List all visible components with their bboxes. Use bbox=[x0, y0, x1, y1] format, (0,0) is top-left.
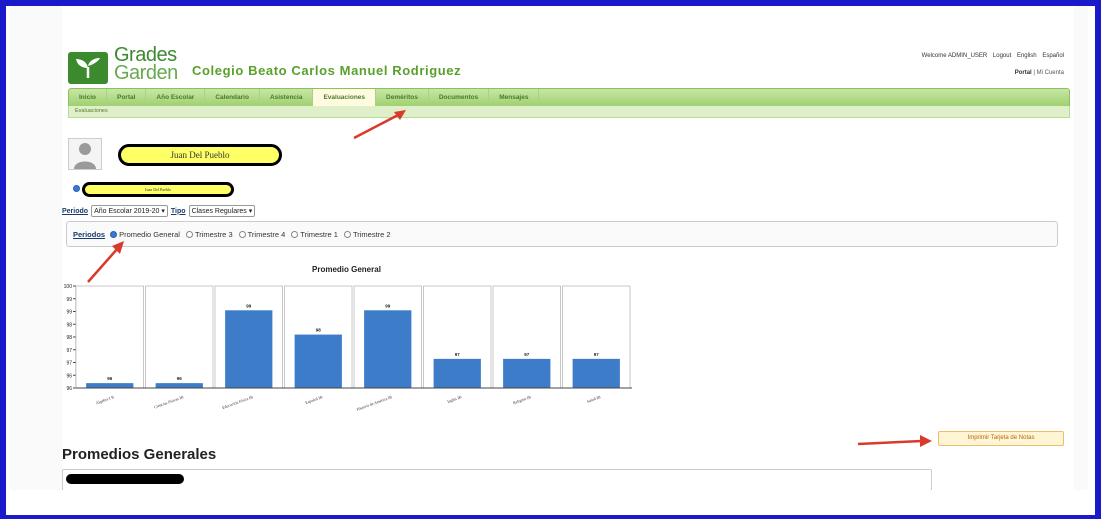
x-tick-label: Salud IB bbox=[586, 394, 601, 404]
grades-garden-logo-icon[interactable] bbox=[68, 52, 108, 84]
nav-mensajes[interactable]: Mensajes bbox=[489, 89, 540, 106]
tipo-label: Tipo bbox=[170, 207, 186, 215]
promedios-table bbox=[62, 469, 932, 490]
chart-svg: 100 99 99 98 98 97 97 96 96 96 Álgebra I B 96 Cienci… bbox=[64, 284, 632, 412]
radio-icon[interactable] bbox=[185, 230, 193, 238]
subnav: Evaluaciones bbox=[68, 106, 1070, 118]
bar-value-label: 98 bbox=[316, 328, 322, 333]
nav-calendario[interactable]: Calendario bbox=[205, 89, 260, 106]
annotation-arrow-icon bbox=[353, 110, 406, 140]
logo-wordmark: Grades Garden bbox=[114, 45, 178, 84]
bar-value-label: 99 bbox=[246, 303, 252, 308]
bar bbox=[503, 358, 551, 388]
y-tick-label: 98 bbox=[66, 335, 72, 341]
annotation-arrow-icon bbox=[87, 241, 124, 283]
mi-cuenta-link[interactable]: Mi Cuenta bbox=[1037, 70, 1064, 76]
radio-icon[interactable] bbox=[343, 230, 351, 238]
top-links: Welcome ADMIN_USER Logout English Españo… bbox=[918, 53, 1064, 59]
category-cell bbox=[75, 285, 144, 389]
filters-row: Periodo Año Escolar 2019-20 ▾ Tipo Clase… bbox=[62, 205, 256, 217]
print-report-card-button[interactable]: Imprimir Tarjeta de Notas bbox=[938, 431, 1064, 446]
y-tick-label: 96 bbox=[66, 373, 72, 379]
bar bbox=[364, 310, 412, 388]
page: Grades Garden Colegio Beato Carlos Manue… bbox=[10, 6, 1088, 490]
bar-value-label: 99 bbox=[385, 303, 391, 308]
nav-documentos[interactable]: Documentos bbox=[429, 89, 490, 106]
y-tick-label: 97 bbox=[66, 361, 72, 367]
english-link[interactable]: English bbox=[1017, 53, 1037, 59]
y-tick-label: 99 bbox=[66, 297, 72, 303]
y-tick-label: 99 bbox=[66, 310, 72, 316]
period-option-label: Trimestre 3 bbox=[194, 229, 233, 239]
portal-links: Portal | Mi Cuenta bbox=[1015, 70, 1064, 76]
nav-ano-escolar[interactable]: Año Escolar bbox=[146, 89, 206, 106]
y-tick-label: 97 bbox=[66, 348, 72, 354]
periodo-select[interactable]: Año Escolar 2019-20 ▾ bbox=[91, 205, 168, 217]
periods-box: Periodos Promedio General Trimestre 3 Tr… bbox=[66, 221, 1058, 247]
bar-value-label: 97 bbox=[455, 352, 461, 357]
bar bbox=[155, 383, 203, 388]
period-option-label: Trimestre 2 bbox=[352, 229, 391, 239]
bar bbox=[572, 358, 620, 388]
chart-title: Promedio General bbox=[312, 265, 381, 274]
y-tick-label: 100 bbox=[64, 284, 73, 290]
periodo-label: Periodo bbox=[62, 207, 89, 215]
portal-separator: | bbox=[1033, 70, 1035, 76]
period-option-trimestre-3[interactable]: Trimestre 3 bbox=[185, 229, 233, 239]
user-silhouette-icon bbox=[74, 143, 96, 169]
subnav-evaluaciones[interactable]: Evaluaciones bbox=[75, 108, 108, 114]
bar-value-label: 96 bbox=[177, 376, 183, 381]
x-tick-label: Religión IB bbox=[512, 394, 532, 405]
y-tick-label: 98 bbox=[66, 322, 72, 328]
bar-value-label: 97 bbox=[594, 352, 600, 357]
period-option-trimestre-1[interactable]: Trimestre 1 bbox=[291, 230, 338, 239]
bar bbox=[86, 383, 134, 388]
radio-icon[interactable] bbox=[238, 230, 246, 238]
logo-line2: Garden bbox=[114, 62, 178, 84]
radio-icon[interactable] bbox=[291, 230, 299, 238]
tipo-select[interactable]: Clases Regulares ▾ bbox=[188, 205, 256, 217]
nav-asistencia[interactable]: Asistencia bbox=[260, 89, 314, 106]
x-tick-label: Español IB bbox=[305, 394, 324, 405]
student-name-small-highlight[interactable]: Juan Del Pueblo bbox=[82, 182, 234, 197]
logout-link[interactable]: Logout bbox=[993, 53, 1011, 59]
x-tick-label: Inglés IB bbox=[446, 394, 462, 404]
nav-portal[interactable]: Portal bbox=[107, 89, 147, 106]
y-tick-label: 96 bbox=[66, 386, 72, 392]
promedios-title: Promedios Generales bbox=[62, 446, 217, 463]
bar-value-label: 96 bbox=[107, 376, 113, 381]
bar bbox=[294, 334, 342, 388]
bar bbox=[433, 358, 481, 388]
period-option-label: Trimestre 4 bbox=[247, 229, 286, 239]
category-cell bbox=[145, 285, 214, 389]
student-radio[interactable] bbox=[73, 185, 80, 192]
avatar bbox=[68, 138, 102, 170]
chart: 100 99 99 98 98 97 97 96 96 96 Álgebra I B 96 Cienci… bbox=[62, 274, 642, 434]
student-name-highlight: Juan Del Pueblo bbox=[118, 144, 282, 166]
nav-inicio[interactable]: Inicio bbox=[69, 89, 107, 106]
period-option-label: Promedio General bbox=[119, 229, 180, 239]
x-tick-label: Álgebra I B bbox=[95, 394, 115, 405]
page-content: Grades Garden Colegio Beato Carlos Manue… bbox=[62, 6, 1074, 490]
bar bbox=[225, 310, 273, 388]
nav-demeritos[interactable]: Deméritos bbox=[376, 89, 429, 106]
school-name: Colegio Beato Carlos Manuel Rodriguez bbox=[192, 63, 462, 78]
period-option-label: Trimestre 1 bbox=[300, 229, 338, 239]
period-option-trimestre-4[interactable]: Trimestre 4 bbox=[238, 229, 286, 239]
x-tick-label: Historia de América IB bbox=[356, 394, 393, 412]
portal-link[interactable]: Portal bbox=[1015, 70, 1032, 76]
x-tick-label: Ciencias Físicas IB bbox=[153, 394, 184, 409]
espanol-link[interactable]: Español bbox=[1042, 53, 1064, 59]
period-option-trimestre-2[interactable]: Trimestre 2 bbox=[343, 229, 391, 239]
welcome-text: Welcome ADMIN_USER bbox=[921, 53, 988, 59]
redaction-bar bbox=[66, 474, 184, 484]
annotation-arrow-icon bbox=[857, 435, 932, 447]
bar-value-label: 97 bbox=[524, 352, 530, 357]
x-tick-label: Educación Física IB bbox=[221, 394, 254, 410]
main-nav: Inicio Portal Año Escolar Calendario Asi… bbox=[68, 88, 1070, 108]
radio-selected-icon[interactable] bbox=[110, 230, 118, 238]
